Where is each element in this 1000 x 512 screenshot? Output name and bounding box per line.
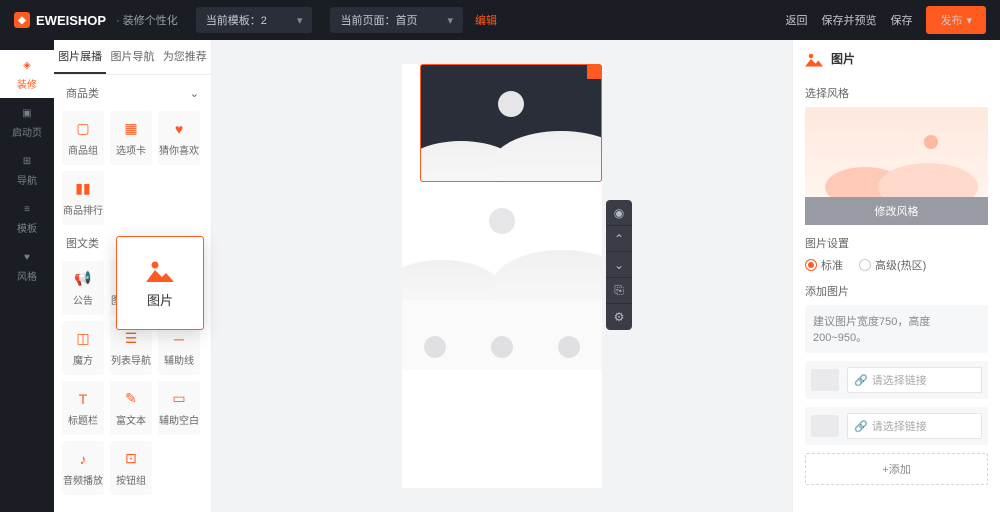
link-input[interactable]: 🔗请选择链接 (847, 413, 982, 439)
heart-icon: ♥ (170, 120, 188, 138)
link-icon: 🔗 (854, 420, 868, 433)
btns-icon: ⊡ (122, 450, 140, 468)
rail-nav[interactable]: ⊞导航 (0, 146, 54, 194)
audio-icon: ♪ (74, 450, 92, 468)
component-title[interactable]: T标题栏 (62, 381, 104, 435)
blank-icon: ▭ (170, 390, 188, 408)
text-icon: ✎ (122, 390, 140, 408)
cube-icon: ◫ (74, 330, 92, 348)
panel-title: 图片 (805, 50, 988, 75)
visibility-icon[interactable]: ◉ (606, 200, 632, 226)
preview-block-small[interactable] (402, 300, 602, 370)
title-icon: T (74, 390, 92, 408)
image-thumb[interactable] (811, 415, 839, 437)
edit-link[interactable]: 编辑 (475, 12, 497, 28)
component-blank[interactable]: ▭辅助空白 (158, 381, 200, 435)
line-icon: ─ (170, 330, 188, 348)
bars-icon: ▮▮ (74, 180, 92, 198)
tab-0[interactable]: 图片展播 (54, 40, 106, 74)
rail-splash[interactable]: ▣启动页 (0, 98, 54, 146)
preview-block-selected[interactable] (420, 64, 602, 182)
horn-icon: 📢 (74, 270, 92, 288)
block-toolbar: ◉ ⌃ ⌄ ⎘ ⚙ (606, 200, 632, 330)
subtitle: · 装修个性化 (116, 12, 178, 28)
section-add: 添加图片 (805, 283, 988, 299)
rail-template[interactable]: ≡模板 (0, 194, 54, 242)
component-heart[interactable]: ♥猜你喜欢 (158, 111, 200, 165)
component-audio[interactable]: ♪音频播放 (62, 441, 104, 495)
size-hint: 建议图片宽度750，高度200~950。 (805, 305, 988, 353)
move-up-icon[interactable]: ⌃ (606, 226, 632, 252)
canvas: ◉ ⌃ ⌄ ⎘ ⚙ (212, 40, 792, 512)
add-image-button[interactable]: +添加 (805, 453, 988, 485)
rail-style[interactable]: ♥风格 (0, 242, 54, 290)
link-input[interactable]: 🔗请选择链接 (847, 367, 982, 393)
move-down-icon[interactable]: ⌄ (606, 252, 632, 278)
image-item: 🔗请选择链接 (805, 361, 988, 399)
component-bars[interactable]: ▮▮商品排行 (62, 171, 104, 225)
component-horn[interactable]: 📢公告 (62, 261, 104, 315)
selected-tag-icon (587, 65, 601, 79)
component-text[interactable]: ✎富文本 (110, 381, 152, 435)
rail-decorate[interactable]: ◈装修 (0, 50, 54, 98)
radio-standard[interactable]: 标准 (805, 257, 843, 273)
category-goods[interactable]: 商品类⌄ (54, 75, 211, 111)
component-cube[interactable]: ◫魔方 (62, 321, 104, 375)
panel-tabs: 图片展播 图片导航 为您推荐 (54, 40, 211, 75)
publish-button[interactable]: 发布▾ (926, 6, 986, 34)
preview-block[interactable] (402, 182, 602, 300)
tab-2[interactable]: 为您推荐 (159, 40, 211, 74)
preview-frame[interactable] (402, 64, 602, 488)
property-panel: 图片 选择风格 修改风格 图片设置 标准 高级(热区) 添加图片 建议图片宽度7… (792, 40, 1000, 512)
dragging-component-card[interactable]: 图片 (116, 236, 204, 330)
image-item: 🔗请选择链接 (805, 407, 988, 445)
radio-advanced[interactable]: 高级(热区) (859, 257, 926, 273)
copy-icon[interactable]: ⎘ (606, 278, 632, 304)
save-preview-button[interactable]: 保存并预览 (821, 12, 876, 28)
link-icon: 🔗 (854, 374, 868, 387)
image-thumb[interactable] (811, 369, 839, 391)
list-icon: ☰ (122, 330, 140, 348)
section-style: 选择风格 (805, 85, 988, 101)
logo-icon: ◆ (14, 12, 30, 28)
style-preview (805, 107, 988, 197)
topbar: ◆ EWEISHOP · 装修个性化 当前模板：2▾ 当前页面：首页▾ 编辑 返… (0, 0, 1000, 40)
tab-1[interactable]: 图片导航 (106, 40, 158, 74)
change-style-button[interactable]: 修改风格 (805, 197, 988, 225)
settings-icon[interactable]: ⚙ (606, 304, 632, 330)
image-icon (146, 258, 174, 282)
sq-icon: ▦ (122, 120, 140, 138)
component-sq[interactable]: ▦选项卡 (110, 111, 152, 165)
image-icon (805, 51, 823, 67)
section-settings: 图片设置 (805, 235, 988, 251)
bag-icon: ▢ (74, 120, 92, 138)
component-bag[interactable]: ▢商品组 (62, 111, 104, 165)
template-select[interactable]: 当前模板：2▾ (196, 7, 313, 33)
card-label: 图片 (147, 290, 173, 309)
page-select[interactable]: 当前页面：首页▾ (330, 7, 463, 33)
back-button[interactable]: 返回 (785, 12, 807, 28)
top-actions: 返回 保存并预览 保存 发布▾ (785, 6, 986, 34)
side-rail: ◈装修 ▣启动页 ⊞导航 ≡模板 ♥风格 (0, 40, 54, 512)
save-button[interactable]: 保存 (890, 12, 912, 28)
brand: EWEISHOP (36, 13, 106, 28)
logo: ◆ EWEISHOP (14, 12, 106, 28)
component-btns[interactable]: ⊡按钮组 (110, 441, 152, 495)
